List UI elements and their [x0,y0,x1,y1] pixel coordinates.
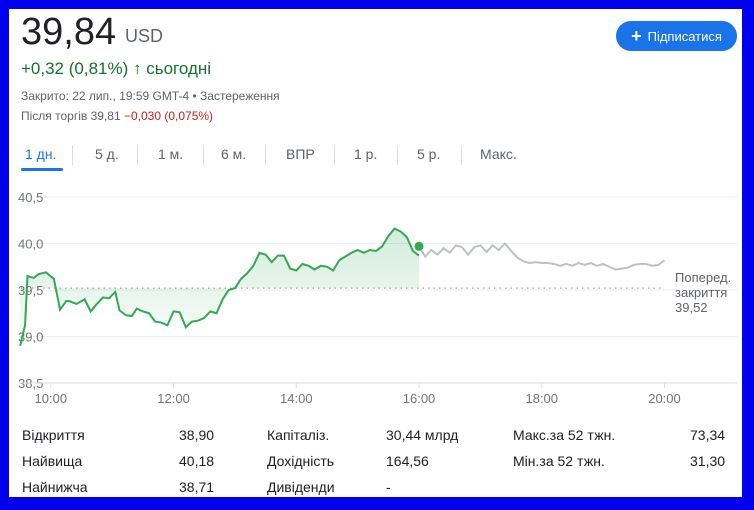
tab-5-days[interactable]: 5 д. [95,141,119,167]
stat-value-pe-ratio: 164,56 [386,453,429,469]
tab-separator [137,145,138,165]
stat-value-low: 38,71 [179,479,215,495]
stat-label-high: Найвища [22,453,83,469]
current-price: 39,84 [21,11,117,53]
stat-label-pe-ratio: Дохідність [267,453,335,469]
range-tabs: 1 дн. 5 д. 1 м. 6 м. ВПР 1 р. 5 р. Макс. [9,141,742,173]
stat-label-low: Найнижча [22,479,88,495]
after-hours-line [418,241,666,271]
regular-session-area [20,228,420,346]
stat-label-market-cap: Капіталіз. [267,427,330,443]
tab-separator [72,145,73,165]
x-tick-label: 12:00 [157,391,190,406]
tab-separator [461,145,462,165]
price-chart[interactable]: 40,540,039,539,038,510:00 12:00 14:00 16:00… [9,185,742,411]
currency-label: USD [125,26,164,46]
tab-1-day[interactable]: 1 дн. [25,141,56,167]
stat-value-market-cap: 30,44 млрд [386,427,459,443]
arrow-up-icon: ↑ [133,59,142,78]
stat-label-open: Відкриття [22,427,85,443]
change-value: +0,32 (0,81%) [21,59,129,78]
follow-label: Підписатися [647,28,722,44]
tab-6-months[interactable]: 6 м. [221,141,246,167]
after-hours-label: Після торгів [21,109,88,123]
tab-ytd[interactable]: ВПР [286,141,315,167]
stat-label-52w-low: Мін.за 52 тжн. [513,453,605,469]
price-change: +0,32 (0,81%) ↑ сьогодні [21,58,211,80]
close-marker [414,241,424,251]
tab-separator [334,145,335,165]
y-tick-label: 40,5 [18,190,43,205]
x-tick-label: 20:00 [648,391,681,406]
stat-value-dividends: - [386,479,391,495]
stat-value-52w-low: 31,30 [690,453,726,469]
x-tick-label: 10:00 [35,391,68,406]
tab-separator [265,145,266,165]
tab-separator [203,145,204,165]
x-tick-label: 14:00 [280,391,313,406]
x-tick-label: 16:00 [403,391,436,406]
tab-1-year[interactable]: 1 р. [354,141,377,167]
plus-icon: + [631,26,642,46]
stat-label-52w-high: Макс.за 52 тжн. [513,427,616,443]
previous-close-label: закриття [675,285,727,300]
stock-quote-panel: 39,84 USD +0,32 (0,81%) ↑ сьогодні Закри… [9,9,742,497]
y-tick-label: 40,0 [18,237,43,252]
x-tick-label: 18:00 [525,391,558,406]
stat-value-open: 38,90 [179,427,215,443]
previous-close-label: 39,52 [675,300,708,315]
change-period: сьогодні [146,59,212,78]
stat-value-52w-high: 73,34 [690,427,726,443]
tab-max[interactable]: Макс. [480,141,517,167]
tab-separator [397,145,398,165]
tab-1-month[interactable]: 1 м. [158,141,183,167]
stat-label-dividends: Дивіденди [267,479,335,495]
closed-info: Закрито: 22 лип., 19:59 GMT-4 • Застереж… [21,89,280,103]
active-tab-underline [21,168,63,171]
tab-5-years[interactable]: 5 р. [417,141,440,167]
stat-value-high: 40,18 [179,453,215,469]
previous-close-label: Поперед. [675,270,731,285]
after-hours-info: Після торгів 39,81 −0,030 (0,075%) [21,109,213,123]
after-hours-price: 39,81 [90,109,121,123]
after-hours-change: −0,030 (0,075%) [123,109,214,123]
follow-button[interactable]: + Підписатися [616,21,737,51]
